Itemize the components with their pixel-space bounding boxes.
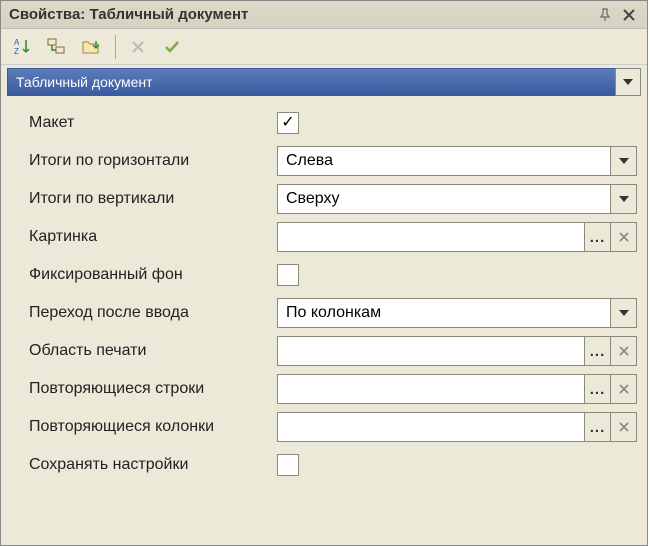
object-selector-label: Табличный документ (16, 74, 632, 90)
prop-repeat-rows: Повторяющиеся строки ... (29, 370, 637, 408)
prop-fixed-background: Фиксированный фон (29, 256, 637, 294)
prop-totals-vertical: Итоги по вертикали Сверху (29, 180, 637, 218)
select-value: Сверху (278, 190, 610, 208)
toolbar: A Z (1, 29, 647, 65)
cancel-button[interactable] (122, 32, 154, 62)
pin-button[interactable] (595, 5, 615, 25)
properties-list: Макет ✓ Итоги по горизонтали Слева Итоги… (1, 96, 647, 484)
browse-button[interactable]: ... (584, 375, 610, 403)
prop-label: Фиксированный фон (29, 266, 277, 284)
prop-label: Итоги по горизонтали (29, 152, 277, 170)
print-area-field[interactable]: ... (277, 336, 637, 366)
dropdown-button[interactable] (610, 299, 636, 327)
close-button[interactable] (619, 5, 639, 25)
prop-maket: Макет ✓ (29, 104, 637, 142)
prop-label: Переход после ввода (29, 304, 277, 322)
chevron-down-icon (623, 79, 633, 85)
object-selector-dropdown-icon[interactable] (615, 68, 641, 96)
prop-label: Повторяющиеся колонки (29, 418, 277, 436)
prop-print-area: Область печати ... (29, 332, 637, 370)
input-transition-select[interactable]: По колонкам (277, 298, 637, 328)
check-icon: ✓ (281, 115, 294, 131)
save-settings-checkbox[interactable] (277, 454, 299, 476)
prop-picture: Картинка ... (29, 218, 637, 256)
svg-text:A: A (14, 38, 20, 47)
maket-checkbox[interactable]: ✓ (277, 112, 299, 134)
prop-label: Повторяющиеся строки (29, 380, 277, 398)
dropdown-button[interactable] (610, 147, 636, 175)
object-selector[interactable]: Табличный документ (7, 68, 641, 96)
clear-button[interactable] (610, 413, 636, 441)
fixed-background-checkbox[interactable] (277, 264, 299, 286)
properties-panel: Свойства: Табличный документ A Z (0, 0, 648, 546)
prop-totals-horizontal: Итоги по горизонтали Слева (29, 142, 637, 180)
folder-button[interactable] (75, 32, 107, 62)
clear-button[interactable] (610, 375, 636, 403)
prop-label: Картинка (29, 228, 277, 246)
clear-button[interactable] (610, 337, 636, 365)
dropdown-button[interactable] (610, 185, 636, 213)
prop-repeat-cols: Повторяющиеся колонки ... (29, 408, 637, 446)
select-value: Слева (278, 152, 610, 170)
browse-button[interactable]: ... (584, 413, 610, 441)
toolbar-separator (115, 35, 116, 59)
browse-button[interactable]: ... (584, 337, 610, 365)
browse-button[interactable]: ... (584, 223, 610, 251)
chevron-down-icon (619, 196, 629, 202)
prop-label: Область печати (29, 342, 277, 360)
prop-input-transition: Переход после ввода По колонкам (29, 294, 637, 332)
chevron-down-icon (619, 158, 629, 164)
repeat-cols-field[interactable]: ... (277, 412, 637, 442)
categories-button[interactable] (41, 32, 73, 62)
sort-button[interactable]: A Z (7, 32, 39, 62)
clear-button[interactable] (610, 223, 636, 251)
prop-label: Макет (29, 114, 277, 132)
select-value: По колонкам (278, 304, 610, 322)
totals-horizontal-select[interactable]: Слева (277, 146, 637, 176)
titlebar-title: Свойства: Табличный документ (9, 6, 591, 23)
totals-vertical-select[interactable]: Сверху (277, 184, 637, 214)
picture-field[interactable]: ... (277, 222, 637, 252)
prop-save-settings: Сохранять настройки (29, 446, 637, 484)
repeat-rows-field[interactable]: ... (277, 374, 637, 404)
prop-label: Итоги по вертикали (29, 190, 277, 208)
svg-text:Z: Z (14, 47, 19, 56)
apply-button[interactable] (156, 32, 188, 62)
prop-label: Сохранять настройки (29, 456, 277, 474)
chevron-down-icon (619, 310, 629, 316)
titlebar: Свойства: Табличный документ (1, 1, 647, 29)
